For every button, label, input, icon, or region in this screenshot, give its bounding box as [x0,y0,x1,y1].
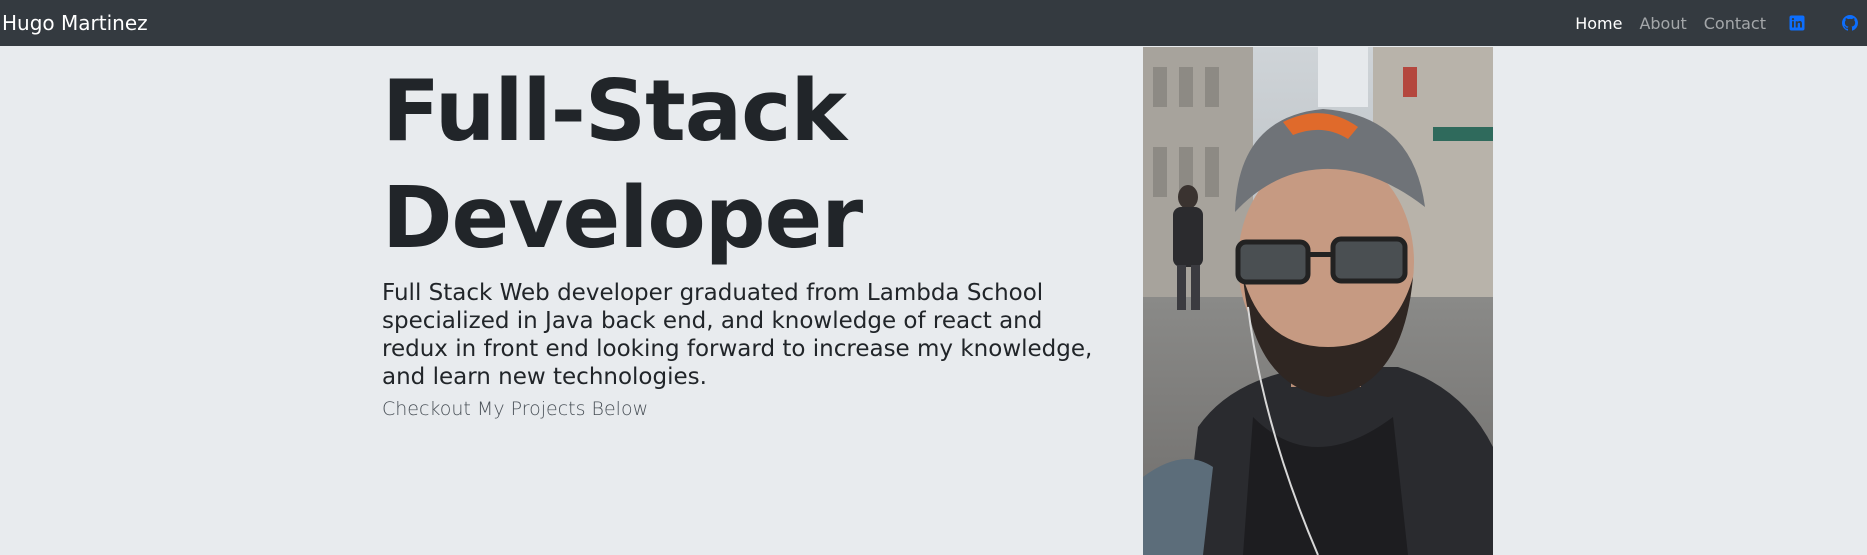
nav-links: Home About Contact [1558,0,1867,46]
brand-link[interactable]: Hugo Martinez [0,11,148,35]
top-navbar: Hugo Martinez Home About Contact [0,0,1867,46]
hero-section: Full-Stack Developer Full Stack Web deve… [382,58,1102,420]
nav-link-contact[interactable]: Contact [1704,14,1766,33]
nav-link-about[interactable]: About [1639,14,1686,33]
profile-photo [1143,47,1493,555]
nav-link-home[interactable]: Home [1575,14,1622,33]
github-icon [1842,15,1858,31]
linkedin-icon [1789,15,1805,31]
hero-title-line-1: Full-Stack [382,62,847,161]
hero-description: Full Stack Web developer graduated from … [382,280,1093,390]
hero-title: Full-Stack Developer [382,58,1102,272]
linkedin-link[interactable] [1788,14,1806,32]
hero-title-line-2: Developer [382,169,863,268]
hero-subtitle: Checkout My Projects Below [382,398,649,420]
github-link[interactable] [1841,14,1859,32]
